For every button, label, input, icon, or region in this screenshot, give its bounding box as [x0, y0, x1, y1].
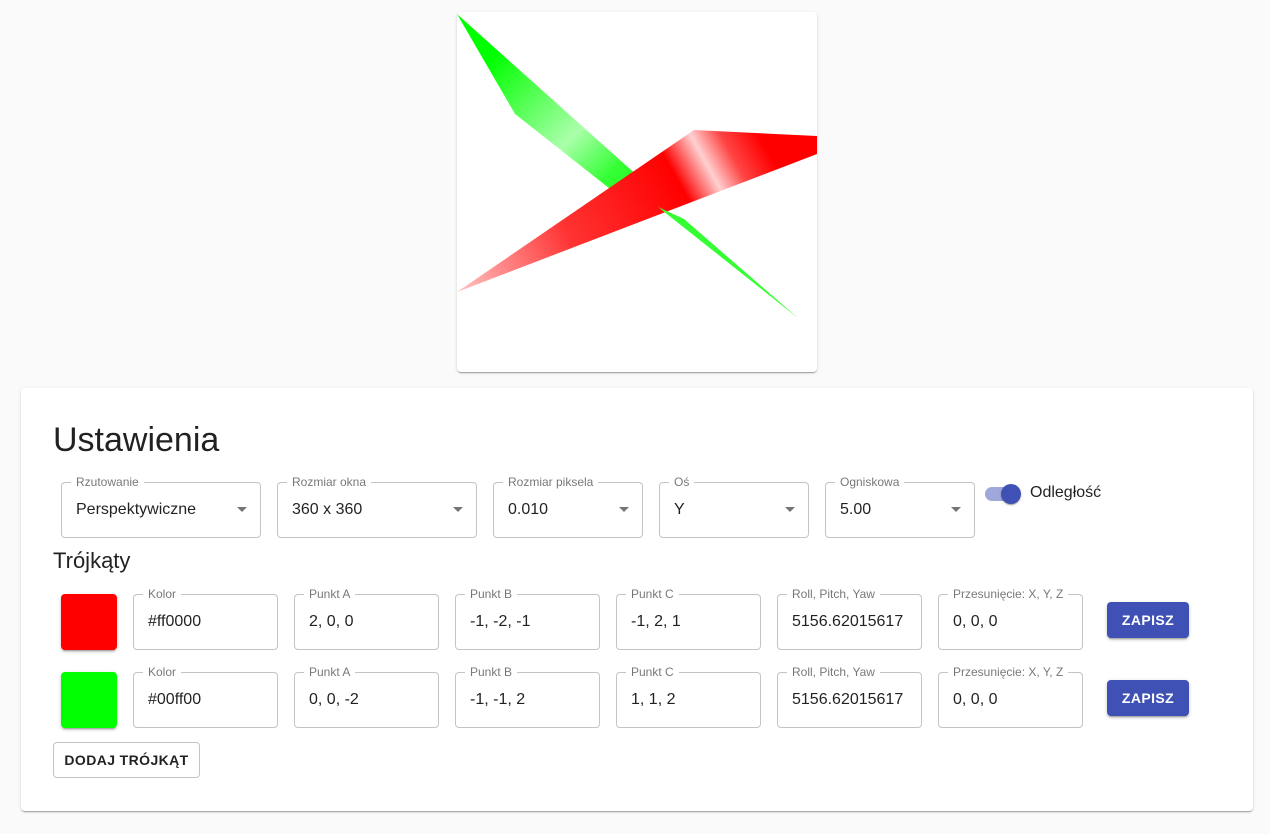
- triangle-2-point-a-value: 0, 0, -2: [309, 691, 359, 708]
- render-svg: [457, 14, 817, 318]
- triangle-2-save-button[interactable]: ZAPISZ: [1107, 680, 1189, 716]
- green-triangle-back: [457, 14, 659, 195]
- triangle-2-point-b-field[interactable]: Punkt B -1, -1, 2: [455, 665, 600, 728]
- triangles-title: Trójkąty: [53, 548, 131, 573]
- triangle-2-point-c-field[interactable]: Punkt C 1, 1, 2: [616, 665, 761, 728]
- chevron-down-icon: [453, 507, 463, 512]
- triangle-1-color-value: #ff0000: [148, 613, 202, 630]
- triangle-2-point-a-field[interactable]: Punkt A 0, 0, -2: [294, 665, 439, 728]
- pixel-size-select[interactable]: Rozmiar piksela 0.010: [493, 475, 643, 538]
- triangle-2-color-swatch[interactable]: [61, 672, 117, 728]
- distance-toggle[interactable]: [984, 482, 1022, 506]
- triangle-1-point-c-value: -1, 2, 1: [631, 613, 681, 630]
- axis-value: Y: [674, 501, 685, 518]
- window-size-select[interactable]: Rozmiar okna 360 x 360: [277, 475, 477, 538]
- triangle-2-translation-field[interactable]: Przesunięcie: X, Y, Z 0, 0, 0: [938, 665, 1083, 728]
- green-triangle-front: [658, 207, 798, 318]
- triangle-2-translation-value: 0, 0, 0: [953, 691, 998, 708]
- chevron-down-icon: [951, 507, 961, 512]
- settings-card: Ustawienia Rzutowanie Perspektywiczne Ro…: [21, 388, 1253, 811]
- triangle-2-point-c-value: 1, 1, 2: [631, 691, 676, 708]
- triangle-1-point-a-field[interactable]: Punkt A 2, 0, 0: [294, 587, 439, 650]
- red-triangle: [457, 130, 817, 292]
- switch-thumb[interactable]: [1001, 484, 1021, 504]
- focal-value: 5.00: [840, 501, 872, 518]
- triangle-1-point-b-value: -1, -2, -1: [470, 613, 531, 630]
- add-triangle-button[interactable]: DODAJ TRÓJKĄT: [53, 742, 200, 778]
- triangle-1-save-button[interactable]: ZAPISZ: [1107, 602, 1189, 638]
- triangle-2-rotation-value: 5156.62015617: [792, 691, 904, 708]
- triangle-1-translation-value: 0, 0, 0: [953, 613, 998, 630]
- triangle-1-rotation-field[interactable]: Roll, Pitch, Yaw 5156.62015617: [777, 587, 922, 650]
- triangle-2-color-value: #00ff00: [148, 691, 202, 708]
- triangle-1-translation-field[interactable]: Przesunięcie: X, Y, Z 0, 0, 0: [938, 587, 1083, 650]
- render-canvas: [457, 12, 817, 372]
- triangle-1-color-field[interactable]: Kolor #ff0000: [133, 587, 278, 650]
- triangle-1-color-swatch[interactable]: [61, 594, 117, 650]
- triangle-2-rotation-field[interactable]: Roll, Pitch, Yaw 5156.62015617: [777, 665, 922, 728]
- pixel-size-value: 0.010: [508, 501, 549, 518]
- focal-select[interactable]: Ogniskowa 5.00: [825, 475, 975, 538]
- projection-select[interactable]: Rzutowanie Perspektywiczne: [61, 475, 261, 538]
- triangle-2-color-field[interactable]: Kolor #00ff00: [133, 665, 278, 728]
- window-size-value: 360 x 360: [292, 501, 363, 518]
- triangle-1-point-b-field[interactable]: Punkt B -1, -2, -1: [455, 587, 600, 650]
- distance-toggle-label: Odległość: [1030, 484, 1102, 501]
- chevron-down-icon: [785, 507, 795, 512]
- triangle-1-point-a-value: 2, 0, 0: [309, 613, 354, 630]
- triangle-1-rotation-value: 5156.62015617: [792, 613, 904, 630]
- settings-title: Ustawienia: [53, 421, 220, 459]
- projection-value: Perspektywiczne: [76, 501, 197, 518]
- chevron-down-icon: [237, 507, 247, 512]
- triangle-1-point-c-field[interactable]: Punkt C -1, 2, 1: [616, 587, 761, 650]
- chevron-down-icon: [619, 507, 629, 512]
- triangle-2-point-b-value: -1, -1, 2: [470, 691, 526, 708]
- axis-select[interactable]: Oś Y: [659, 475, 809, 538]
